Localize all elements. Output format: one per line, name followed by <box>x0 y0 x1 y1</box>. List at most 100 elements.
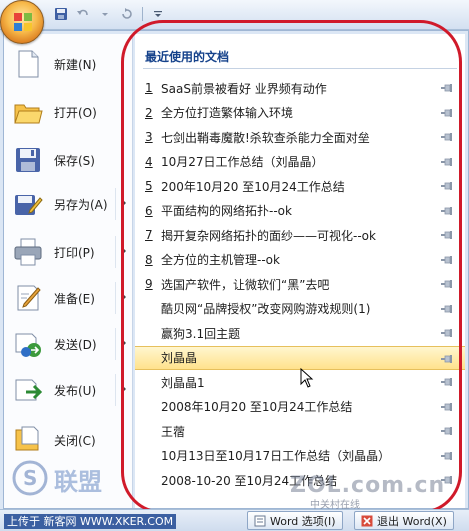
pin-icon[interactable] <box>441 402 453 412</box>
recent-document-name: 刘晶晶1 <box>161 375 205 390</box>
watermark-zol-sub: 中关村在线 <box>310 500 360 511</box>
qat-redo-button[interactable] <box>118 5 136 23</box>
menu-save-as[interactable]: 另存为(A) <box>6 182 130 226</box>
recent-document-item[interactable]: 2 全方位打造繁体输入环境 <box>135 101 465 126</box>
recent-document-item[interactable]: 3 七剑出鞘毒魔散!杀软查杀能力全面对垒 <box>135 125 465 150</box>
word-options-button[interactable]: Word 选项(I) <box>247 511 343 530</box>
submenu-arrow-icon[interactable] <box>121 292 126 302</box>
exit-word-button[interactable]: 退出 Word(X) <box>354 511 454 530</box>
pin-icon[interactable] <box>441 451 453 461</box>
recent-document-name: 酷贝网“品牌授权”改变网购游戏规则(1) <box>161 302 371 317</box>
recent-document-number: 6 <box>145 203 153 218</box>
pin-icon[interactable] <box>441 354 453 364</box>
recent-document-name: SaaS前景被看好 业界频有动作 <box>161 81 327 96</box>
undo-icon <box>77 9 88 16</box>
recent-document-name: 赢狗3.1回主题 <box>161 326 241 341</box>
recent-document-name: 2008年10月20 至10月24工作总结 <box>161 400 353 415</box>
submenu-arrow-icon[interactable] <box>121 246 126 256</box>
pin-icon[interactable] <box>441 181 453 191</box>
menu-save-as-label: 另存为(A) <box>54 197 108 212</box>
office-logo-icon <box>14 13 32 31</box>
recent-document-name: 七剑出鞘毒魔散!杀软查杀能力全面对垒 <box>161 130 370 145</box>
pin-icon[interactable] <box>441 157 453 167</box>
menu-send[interactable]: 发送(D) <box>6 322 130 366</box>
recent-document-item[interactable]: 6 平面结构的网络拓扑--ok <box>135 199 465 224</box>
menu-open[interactable]: 打开(O) <box>6 90 130 134</box>
recent-document-item[interactable]: 4 10月27日工作总结（刘晶晶） <box>135 150 465 175</box>
word-options-label: Word 选项(I) <box>270 514 336 528</box>
qat-undo-button[interactable] <box>74 5 92 23</box>
pin-icon[interactable] <box>441 426 453 436</box>
menu-save-label: 保存(S) <box>54 153 95 168</box>
menu-close-label: 关闭(C) <box>54 433 96 448</box>
pin-icon[interactable] <box>441 108 453 118</box>
recent-document-name: 王蓿 <box>161 424 186 439</box>
mouse-cursor-icon <box>300 368 314 388</box>
recent-document-item[interactable]: 10月13日至10月17日工作总结（刘晶晶） <box>135 444 465 469</box>
recent-document-item[interactable]: 2008年10月20 至10月24工作总结 <box>135 395 465 420</box>
recent-document-item[interactable]: 5 200年10月20 至10月24工作总结 <box>135 174 465 199</box>
submenu-divider <box>115 188 116 220</box>
recent-document-item[interactable]: 7 揭开复杂网络拓扑的面纱——可视化--ok <box>135 223 465 248</box>
recent-document-item[interactable]: 赢狗3.1回主题 <box>135 321 465 346</box>
submenu-arrow-icon[interactable] <box>121 384 126 394</box>
recent-document-number: 3 <box>145 130 153 145</box>
recent-document-number: 9 <box>145 277 153 292</box>
submenu-divider <box>115 328 116 360</box>
pin-icon[interactable] <box>441 83 453 93</box>
recent-document-name: 10月27日工作总结（刘晶晶） <box>161 155 324 170</box>
title-bar <box>0 0 469 30</box>
watermark-logo-left: S 联盟 <box>12 460 102 496</box>
pin-icon[interactable] <box>441 132 453 142</box>
recent-documents-title: 最近使用的文档 <box>145 50 230 64</box>
menu-footer: 上传于 新客网 WWW.XKER.COM Word 选项(I) 退出 Word(… <box>0 509 469 531</box>
recent-document-name: 全方位打造繁体输入环境 <box>161 106 294 121</box>
upload-caption: 上传于 新客网 WWW.XKER.COM <box>4 514 177 529</box>
menu-new[interactable]: 新建(N) <box>6 42 130 86</box>
customize-qat-icon <box>154 11 162 17</box>
recent-document-name: 全方位的主机管理--ok <box>161 253 280 268</box>
pin-icon[interactable] <box>441 304 453 314</box>
recent-document-number: 5 <box>145 179 153 194</box>
new-document-icon <box>10 46 46 82</box>
redo-icon <box>122 8 132 19</box>
menu-publish[interactable]: 发布(U) <box>6 368 130 412</box>
recent-document-name: 刘晶晶 <box>161 351 198 366</box>
recent-document-item[interactable]: 刘晶晶 <box>135 345 465 370</box>
watermark-left-text: 联盟 <box>54 468 102 496</box>
recent-document-item[interactable]: 8 全方位的主机管理--ok <box>135 248 465 273</box>
quick-access-toolbar <box>52 4 167 24</box>
submenu-arrow-icon[interactable] <box>121 198 126 208</box>
menu-publish-label: 发布(U) <box>54 383 97 398</box>
submenu-divider <box>115 282 116 314</box>
qat-customize-button[interactable] <box>149 5 167 23</box>
save-as-icon <box>10 186 46 222</box>
printer-icon <box>10 234 46 270</box>
recent-document-item[interactable]: 9 选国产软件，让微软们“黑”去吧 <box>135 272 465 297</box>
pin-icon[interactable] <box>441 255 453 265</box>
recent-document-name: 揭开复杂网络拓扑的面纱——可视化--ok <box>161 228 376 243</box>
pin-icon[interactable] <box>441 377 453 387</box>
recent-document-item[interactable]: 酷贝网“品牌授权”改变网购游戏规则(1) <box>135 297 465 322</box>
office-button[interactable] <box>0 0 44 44</box>
recent-document-number: 2 <box>145 105 153 120</box>
prepare-icon <box>10 280 46 316</box>
pin-icon[interactable] <box>441 279 453 289</box>
menu-save[interactable]: 保存(S) <box>6 138 130 182</box>
recent-document-name: 200年10月20 至10月24工作总结 <box>161 179 345 194</box>
menu-prepare[interactable]: 准备(E) <box>6 276 130 320</box>
divider <box>143 68 457 69</box>
recent-document-item[interactable]: 王蓿 <box>135 419 465 444</box>
recent-document-number: 1 <box>145 81 153 96</box>
menu-print[interactable]: 打印(P) <box>6 230 130 274</box>
qat-undo-dropdown[interactable] <box>96 5 114 23</box>
recent-document-item[interactable]: 1 SaaS前景被看好 业界频有动作 <box>135 76 465 101</box>
watermark-zol: ZOL.com.cn <box>290 473 446 498</box>
submenu-arrow-icon[interactable] <box>121 338 126 348</box>
save-icon <box>55 8 67 20</box>
recent-document-name: 选国产软件，让微软们“黑”去吧 <box>161 277 330 292</box>
qat-save-button[interactable] <box>52 5 70 23</box>
pin-icon[interactable] <box>441 206 453 216</box>
pin-icon[interactable] <box>441 230 453 240</box>
pin-icon[interactable] <box>441 328 453 338</box>
